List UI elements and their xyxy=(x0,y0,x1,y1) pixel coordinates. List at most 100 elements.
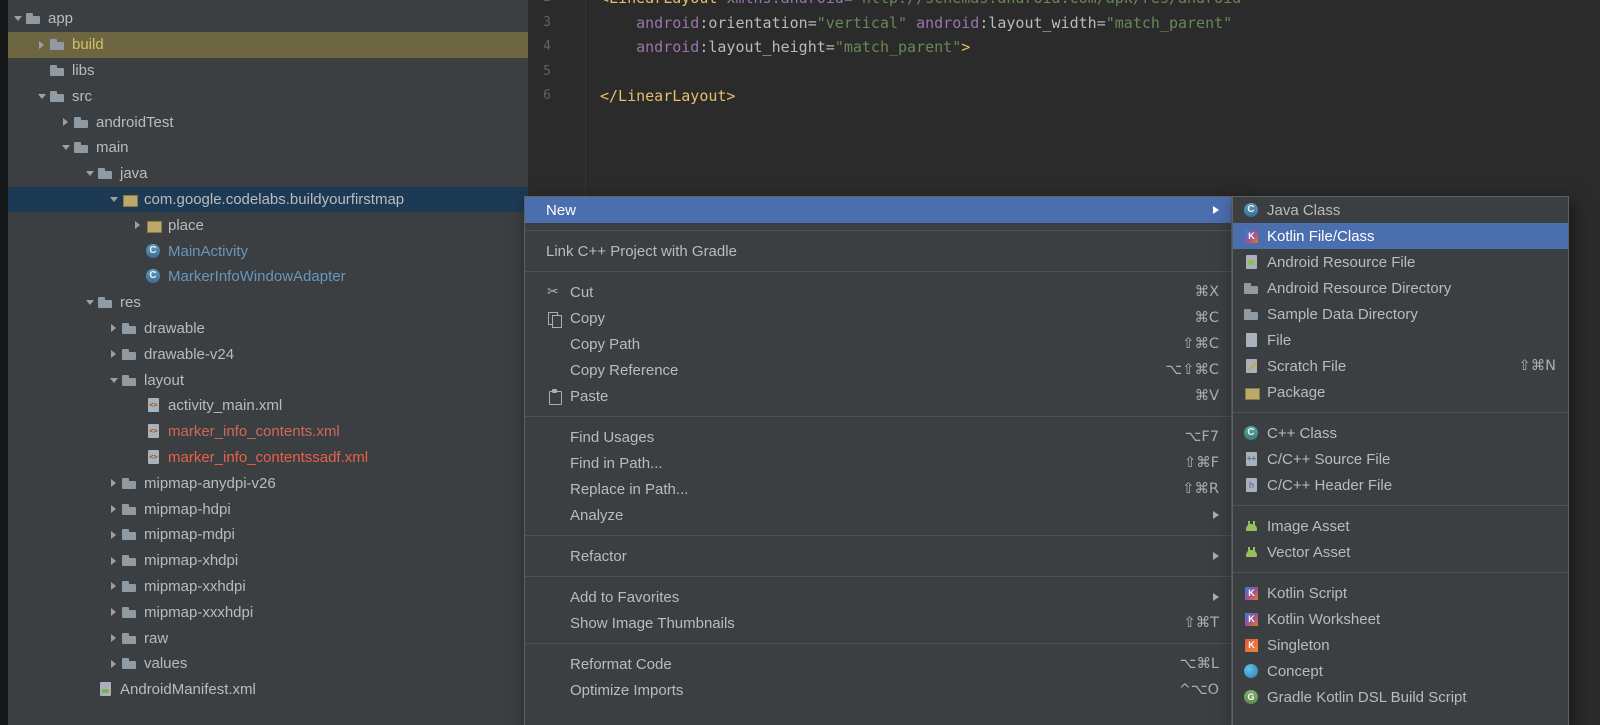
collapse-arrow-icon[interactable] xyxy=(106,367,121,393)
menu-item-label: Android Resource Directory xyxy=(1267,280,1451,297)
tree-item-mipmap-xhdpi[interactable]: mipmap-xhdpi xyxy=(8,548,528,574)
menu-item-android-resource-directory[interactable]: Android Resource Directory xyxy=(1233,275,1568,301)
tree-item-raw[interactable]: raw xyxy=(8,625,528,651)
expand-arrow-icon[interactable] xyxy=(106,548,121,574)
tree-item-place[interactable]: place xyxy=(8,212,528,238)
tree-item-app[interactable]: app xyxy=(8,6,528,32)
expand-arrow-icon[interactable] xyxy=(106,651,121,677)
tree-item-marker-info-contentssadf-xml[interactable]: marker_info_contentssadf.xml xyxy=(8,445,528,471)
menu-item-label: Cut xyxy=(570,284,593,301)
tree-item-values[interactable]: values xyxy=(8,651,528,677)
menu-item-scratch-file[interactable]: Scratch File⇧⌘N xyxy=(1233,353,1568,379)
expand-arrow-icon[interactable] xyxy=(130,212,145,238)
tree-item-mipmap-anydpi-v26[interactable]: mipmap-anydpi-v26 xyxy=(8,470,528,496)
menu-item-c-c-source-file[interactable]: C/C++ Source File xyxy=(1233,446,1568,472)
expand-arrow-icon[interactable] xyxy=(106,574,121,600)
menu-item-right xyxy=(1185,593,1219,601)
menu-item-add-to-favorites[interactable]: Add to Favorites xyxy=(525,584,1231,610)
menu-item-kotlin-script[interactable]: Kotlin Script xyxy=(1233,580,1568,606)
tree-item-mipmap-hdpi[interactable]: mipmap-hdpi xyxy=(8,496,528,522)
menu-item-sample-data-directory[interactable]: Sample Data Directory xyxy=(1233,301,1568,327)
menu-item-reformat-code[interactable]: Reformat Code⌥⌘L xyxy=(525,651,1231,677)
expand-arrow-icon[interactable] xyxy=(106,341,121,367)
collapse-arrow-icon[interactable] xyxy=(34,83,49,109)
tree-item-androidmanifest-xml[interactable]: AndroidManifest.xml xyxy=(8,677,528,703)
code-token: xmlns:android xyxy=(726,0,843,7)
tree-item-layout[interactable]: layout xyxy=(8,367,528,393)
icon-spacer xyxy=(546,656,563,673)
code-text: android:orientation="vertical" android:l… xyxy=(600,11,1232,36)
menu-item-kotlin-file-class[interactable]: Kotlin File/Class xyxy=(1233,223,1568,249)
tree-item-src[interactable]: src xyxy=(8,83,528,109)
tree-item-main[interactable]: main xyxy=(8,135,528,161)
tree-item-java[interactable]: java xyxy=(8,161,528,187)
tree-item-androidtest[interactable]: androidTest xyxy=(8,109,528,135)
tree-item-label: marker_info_contents.xml xyxy=(168,423,340,440)
expand-arrow-icon[interactable] xyxy=(106,316,121,342)
menu-item-kotlin-worksheet[interactable]: Kotlin Worksheet xyxy=(1233,606,1568,632)
code-line: 6</LinearLayout> xyxy=(528,84,1600,109)
expand-arrow-icon[interactable] xyxy=(58,109,73,135)
tree-item-mipmap-xxhdpi[interactable]: mipmap-xxhdpi xyxy=(8,574,528,600)
menu-item-copy[interactable]: Copy⌘C xyxy=(525,305,1231,331)
tree-item-libs[interactable]: libs xyxy=(8,58,528,84)
tree-item-com-google-codelabs-buildyourfirstmap[interactable]: com.google.codelabs.buildyourfirstmap xyxy=(8,187,528,213)
menu-item-new[interactable]: New xyxy=(525,197,1231,223)
menu-item-optimize-imports[interactable]: Optimize Imports^⌥O xyxy=(525,677,1231,703)
tree-item-label: drawable-v24 xyxy=(144,346,234,363)
expand-arrow-icon[interactable] xyxy=(106,522,121,548)
tree-item-drawable-v24[interactable]: drawable-v24 xyxy=(8,341,528,367)
tree-item-res[interactable]: res xyxy=(8,290,528,316)
menu-item-analyze[interactable]: Analyze xyxy=(525,502,1231,528)
menu-item-package[interactable]: Package xyxy=(1233,379,1568,405)
menu-item-copy-path[interactable]: Copy Path⇧⌘C xyxy=(525,331,1231,357)
menu-item-gradle-kotlin-dsl-build-script[interactable]: Gradle Kotlin DSL Build Script xyxy=(1233,684,1568,710)
tree-item-markerinfowindowadapter[interactable]: MarkerInfoWindowAdapter xyxy=(8,264,528,290)
expand-arrow-icon[interactable] xyxy=(106,496,121,522)
expand-arrow-icon[interactable] xyxy=(106,470,121,496)
menu-item-c-class[interactable]: C++ Class xyxy=(1233,420,1568,446)
tree-item-marker-info-contents-xml[interactable]: marker_info_contents.xml xyxy=(8,419,528,445)
menu-item-cut[interactable]: Cut⌘X xyxy=(525,279,1231,305)
menu-item-c-c-header-file[interactable]: C/C++ Header File xyxy=(1233,472,1568,498)
tree-item-build[interactable]: build xyxy=(8,32,528,58)
menu-item-copy-reference[interactable]: Copy Reference⌥⇧⌘C xyxy=(525,357,1231,383)
collapse-arrow-icon[interactable] xyxy=(106,187,121,213)
menu-item-find-usages[interactable]: Find Usages⌥F7 xyxy=(525,424,1231,450)
menu-item-refactor[interactable]: Refactor xyxy=(525,543,1231,569)
menu-item-show-image-thumbnails[interactable]: Show Image Thumbnails⇧⌘T xyxy=(525,610,1231,636)
menu-item-java-class[interactable]: Java Class xyxy=(1233,197,1568,223)
menu-item-singleton[interactable]: Singleton xyxy=(1233,632,1568,658)
menu-item-find-in-path[interactable]: Find in Path...⇧⌘F xyxy=(525,450,1231,476)
menu-item-file[interactable]: File xyxy=(1233,327,1568,353)
menu-item-link-c-project-with-gradle[interactable]: Link C++ Project with Gradle xyxy=(525,238,1231,264)
tree-item-mipmap-xxxhdpi[interactable]: mipmap-xxxhdpi xyxy=(8,599,528,625)
expand-arrow-icon[interactable] xyxy=(106,599,121,625)
expand-arrow-icon[interactable] xyxy=(106,625,121,651)
collapse-arrow-icon[interactable] xyxy=(58,135,73,161)
tree-item-mainactivity[interactable]: MainActivity xyxy=(8,238,528,264)
menu-item-label: New xyxy=(546,202,576,219)
folder-icon xyxy=(121,346,138,363)
menu-item-paste[interactable]: Paste⌘V xyxy=(525,383,1231,409)
collapse-arrow-icon[interactable] xyxy=(10,6,25,32)
menu-item-concept[interactable]: Concept xyxy=(1233,658,1568,684)
menu-item-replace-in-path[interactable]: Replace in Path...⇧⌘R xyxy=(525,476,1231,502)
menu-item-image-asset[interactable]: Image Asset xyxy=(1233,513,1568,539)
menu-separator xyxy=(525,569,1231,584)
collapse-arrow-icon[interactable] xyxy=(82,161,97,187)
menu-item-android-resource-file[interactable]: Android Resource File xyxy=(1233,249,1568,275)
menu-item-right: ⇧⌘R xyxy=(1154,481,1219,497)
tree-item-mipmap-mdpi[interactable]: mipmap-mdpi xyxy=(8,522,528,548)
expand-arrow-icon[interactable] xyxy=(34,32,49,58)
file-icon xyxy=(1243,332,1260,349)
class-icon xyxy=(145,268,162,285)
tree-item-label: activity_main.xml xyxy=(168,397,282,414)
tree-item-activity-main-xml[interactable]: activity_main.xml xyxy=(8,393,528,419)
menu-item-vector-asset[interactable]: Vector Asset xyxy=(1233,539,1568,565)
code-text: android:layout_height="match_parent"> xyxy=(600,35,970,60)
collapse-arrow-icon[interactable] xyxy=(82,290,97,316)
folder-icon xyxy=(121,604,138,621)
tree-item-drawable[interactable]: drawable xyxy=(8,316,528,342)
project-tree: appbuildlibssrcandroidTestmainjavacom.go… xyxy=(8,0,528,703)
